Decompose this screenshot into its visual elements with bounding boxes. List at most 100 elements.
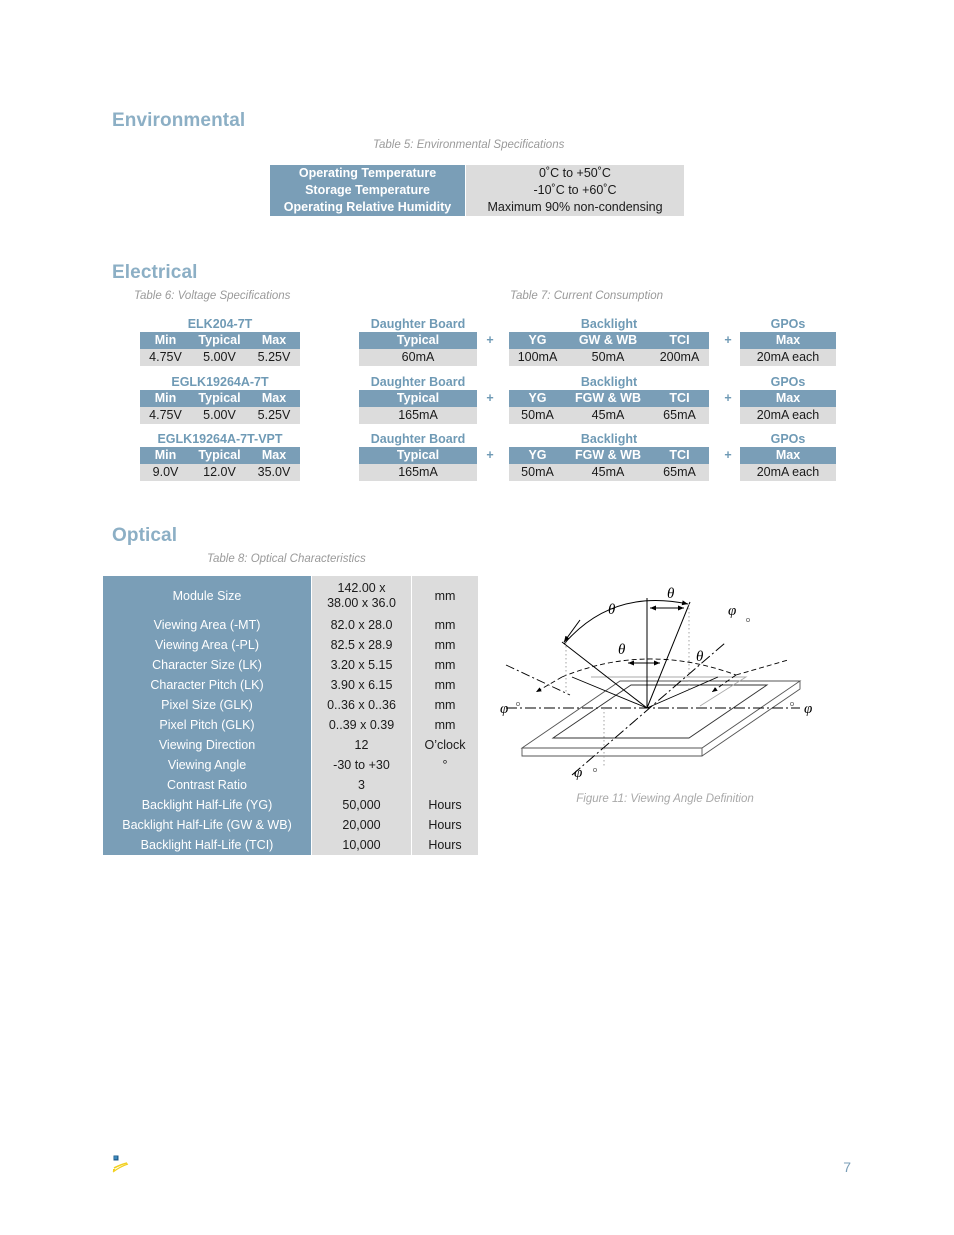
company-logo-icon <box>112 1155 129 1173</box>
plus-operator: + <box>724 333 732 347</box>
table-row: Character Pitch (LK) 3.90 x 6.15 mm <box>103 675 478 695</box>
voltage-block-title: ELK204-7T <box>187 317 253 331</box>
optical-row-value: 142.00 x 38.00 x 36.0 <box>312 576 411 615</box>
table-row: Viewing Direction 12 O’clock <box>103 735 478 755</box>
col-header-max: Max <box>740 332 836 349</box>
caption-table-6: Table 6: Voltage Specifications <box>134 290 291 302</box>
plus-operator: + <box>486 448 494 462</box>
section-heading-electrical: Electrical <box>112 262 198 283</box>
backlight-tci-value: 200mA <box>650 349 709 366</box>
table-row: Viewing Angle -30 to +30 ° <box>103 755 478 775</box>
optical-row-label: Module Size <box>103 576 311 615</box>
optical-row-value: 12 <box>312 735 411 755</box>
optical-characteristics-table: Module Size 142.00 x 38.00 x 36.0 mm Vie… <box>103 576 478 855</box>
optical-row-unit: mm <box>412 615 478 635</box>
col-header-max: Max <box>740 447 836 464</box>
voltage-typical: 5.00V <box>191 349 248 366</box>
section-heading-environmental: Environmental <box>112 110 246 131</box>
table-row: Backlight Half-Life (TCI) 10,000 Hours <box>103 835 478 855</box>
gpos-value: 20mA each <box>740 407 836 424</box>
caption-table-5: Table 5: Environmental Specifications <box>373 139 565 151</box>
optical-row-value: 0..36 x 0..36 <box>312 695 411 715</box>
group-label-backlight: Backlight <box>580 375 638 389</box>
optical-row-value-line1: 142.00 x <box>337 580 386 595</box>
theta-label-top: θ <box>667 586 675 602</box>
gpos-block-2: GPOs Max 20mA each <box>740 374 836 424</box>
col-header-tci: TCI <box>650 332 709 349</box>
optical-row-label: Viewing Direction <box>103 735 311 755</box>
optical-row-unit: Hours <box>412 835 478 855</box>
optical-row-value: 50,000 <box>312 795 411 815</box>
phi-label-right: φ <box>804 701 812 717</box>
col-header-max: Max <box>248 390 300 407</box>
degree-mark-lower <box>593 767 598 772</box>
col-header-typical: Typical <box>191 332 248 349</box>
col-header-min: Min <box>140 390 191 407</box>
optical-row-label: Backlight Half-Life (TCI) <box>103 835 311 855</box>
theta-label-right: θ <box>696 649 704 665</box>
table-header-row: YG FGW & WB TCI <box>509 390 709 407</box>
degree-mark-left <box>515 702 520 707</box>
group-label-daughter-board: Daughter Board <box>370 432 466 446</box>
plus-operator: + <box>486 333 494 347</box>
table-row: Module Size 142.00 x 38.00 x 36.0 mm <box>103 576 478 615</box>
optical-row-label: Viewing Area (-MT) <box>103 615 311 635</box>
table-row: 4.75V 5.00V 5.25V <box>140 407 300 424</box>
col-header-yg: YG <box>509 390 566 407</box>
caption-table-8: Table 8: Optical Characteristics <box>207 553 366 565</box>
optical-row-label: Character Pitch (LK) <box>103 675 311 695</box>
backlight-block-3: Backlight YG FGW & WB TCI 50mA 45mA 65mA <box>509 431 709 481</box>
backlight-yg-value: 50mA <box>509 407 566 424</box>
voltage-block-title: EGLK19264A-7T <box>171 375 269 389</box>
voltage-typical: 12.0V <box>191 464 248 481</box>
table-header-row: Min Typical Max <box>140 390 300 407</box>
col-header-typical: Typical <box>191 390 248 407</box>
voltage-block-eglk19264a-7t: EGLK19264A-7T Min Typical Max 4.75V 5.00… <box>140 374 300 424</box>
viewing-angle-diagram: θ θ θ θ φ φ φ φ <box>500 580 830 781</box>
optical-row-label: Character Size (LK) <box>103 655 311 675</box>
group-label-backlight: Backlight <box>580 317 638 331</box>
col-header-min: Min <box>140 332 191 349</box>
outer-theta-arc <box>563 599 689 645</box>
optical-row-unit: mm <box>412 576 478 615</box>
col-header-max: Max <box>740 390 836 407</box>
viewing-angle-svg: θ θ θ θ φ φ φ φ <box>500 586 812 781</box>
dashed-right-extension <box>735 659 789 676</box>
phi-label-upper: φ <box>728 603 736 619</box>
optical-row-label: Viewing Angle <box>103 755 311 775</box>
backlight-tci-value: 65mA <box>650 464 709 481</box>
optical-row-value: 10,000 <box>312 835 411 855</box>
table-row: Backlight Half-Life (GW & WB) 20,000 Hou… <box>103 815 478 835</box>
env-row-label: Storage Temperature <box>270 182 465 199</box>
voltage-max: 35.0V <box>248 464 300 481</box>
group-label-daughter-board: Daughter Board <box>370 375 466 389</box>
col-header-typical: Typical <box>359 332 477 349</box>
gpos-block-3: GPOs Max 20mA each <box>740 431 836 481</box>
table-row: Backlight Half-Life (YG) 50,000 Hours <box>103 795 478 815</box>
section-heading-optical: Optical <box>112 525 178 546</box>
optical-row-label: Backlight Half-Life (YG) <box>103 795 311 815</box>
optical-row-value: -30 to +30 <box>312 755 411 775</box>
backlight-fgw-wb-value: 45mA <box>566 407 650 424</box>
group-label-gpos: GPOs <box>770 432 806 446</box>
backlight-yg-value: 50mA <box>509 464 566 481</box>
table-row: 50mA 45mA 65mA <box>509 464 709 481</box>
optical-row-unit: Hours <box>412 815 478 835</box>
voltage-block-elk204-7t: ELK204-7T Min Typical Max 4.75V 5.00V 5.… <box>140 316 300 366</box>
optical-row-label: Contrast Ratio <box>103 775 311 795</box>
optical-row-unit: mm <box>412 715 478 735</box>
optical-row-value: 0..39 x 0.39 <box>312 715 411 735</box>
optical-row-unit: Hours <box>412 795 478 815</box>
backlight-tci-value: 65mA <box>650 407 709 424</box>
optical-row-value: 3.90 x 6.15 <box>312 675 411 695</box>
group-label-daughter-board: Daughter Board <box>370 317 466 331</box>
optical-row-label: Pixel Pitch (GLK) <box>103 715 311 735</box>
table-row: Viewing Area (-MT) 82.0 x 28.0 mm <box>103 615 478 635</box>
col-header-gw-wb: GW & WB <box>566 332 650 349</box>
optical-row-value: 20,000 <box>312 815 411 835</box>
voltage-max: 5.25V <box>248 349 300 366</box>
table-row: Pixel Pitch (GLK) 0..39 x 0.39 mm <box>103 715 478 735</box>
table-row: Viewing Area (-PL) 82.5 x 28.9 mm <box>103 635 478 655</box>
voltage-min: 4.75V <box>140 407 191 424</box>
phi-label-left: φ <box>500 701 508 717</box>
